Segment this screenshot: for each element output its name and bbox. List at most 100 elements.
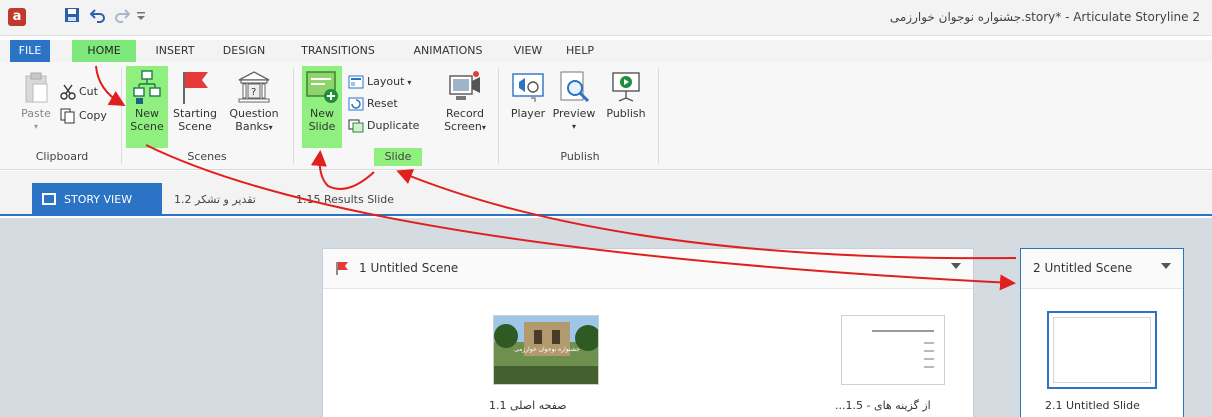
starting-scene-label-1: Starting: [173, 107, 217, 120]
new-scene-button[interactable]: New Scene: [126, 66, 168, 148]
preview-button[interactable]: Preview ▾: [550, 70, 598, 133]
new-slide-button[interactable]: New Slide: [302, 66, 342, 148]
question-banks-label-2: Banks: [235, 120, 269, 133]
new-slide-icon: [306, 71, 338, 103]
copy-icon: [60, 108, 75, 124]
window-title: جشنواره نوجوان خوارزمی.story* - Articula…: [889, 10, 1200, 24]
tab-help[interactable]: HELP: [560, 40, 600, 62]
duplicate-label: Duplicate: [367, 119, 420, 132]
tab-view[interactable]: VIEW: [508, 40, 548, 62]
ribbon-tabs: FILE HOME INSERT DESIGN TRANSITIONS ANIM…: [0, 40, 1212, 62]
tab-design[interactable]: DESIGN: [216, 40, 272, 62]
publish-label: Publish: [606, 107, 646, 120]
slide-caption: ...از گزینه های - 1.5: [835, 399, 931, 412]
slide-thumbnail[interactable]: [1047, 311, 1157, 389]
reset-icon: [348, 97, 364, 111]
scene-card-1[interactable]: 1 Untitled Scene جشنواره نوجوان خوارزمی …: [322, 248, 974, 417]
cut-button[interactable]: Cut: [60, 84, 98, 102]
layout-icon: [348, 75, 364, 89]
tab-story-view[interactable]: STORY VIEW: [32, 183, 162, 216]
slide-thumbnail[interactable]: جشنواره نوجوان خوارزمی: [493, 315, 599, 385]
paste-icon: [25, 72, 48, 103]
reset-button[interactable]: Reset: [348, 96, 398, 114]
scene-card-2[interactable]: 2 Untitled Scene 2.1 Untitled Slide: [1020, 248, 1184, 417]
tab-file[interactable]: FILE: [10, 40, 50, 62]
publish-button[interactable]: Publish: [600, 70, 652, 120]
tab-animations[interactable]: ANIMATIONS: [402, 40, 494, 62]
thumbnail-line: [924, 366, 934, 368]
paste-label: Paste: [21, 107, 51, 120]
thumbnail-line: [872, 330, 934, 332]
story-view-label: STORY VIEW: [64, 193, 133, 206]
player-label: Player: [510, 107, 546, 120]
blank-slide-preview: [1053, 317, 1151, 383]
scene-header[interactable]: 1 Untitled Scene: [323, 249, 973, 289]
preview-magnifier-icon: [560, 71, 590, 103]
storyline-app-icon[interactable]: a: [8, 8, 26, 26]
record-screen-label-1: Record: [445, 107, 484, 120]
record-screen-label-2: Screen: [444, 120, 482, 133]
scene-menu-caret-icon[interactable]: [951, 263, 961, 269]
redo-icon[interactable]: [114, 7, 131, 28]
duplicate-button[interactable]: Duplicate: [348, 118, 419, 136]
tab-slide-1-2[interactable]: تقدیر و تشکر 1.2: [174, 183, 256, 216]
slide-caption: 2.1 Untitled Slide: [1045, 399, 1140, 412]
new-scene-label-2: Scene: [130, 120, 164, 133]
copy-label: Copy: [79, 109, 107, 122]
player-icon: [512, 73, 544, 102]
layout-button[interactable]: Layout ▾: [348, 74, 411, 92]
tab-transitions[interactable]: TRANSITIONS: [288, 40, 388, 62]
save-icon[interactable]: [64, 7, 80, 28]
new-slide-label-2: Slide: [308, 120, 336, 133]
scene-title: 1 Untitled Scene: [359, 261, 459, 275]
flag-icon: [183, 72, 208, 104]
copy-button[interactable]: Copy: [60, 108, 107, 126]
publish-group-label: Publish: [560, 150, 600, 163]
thumbnail-line: [924, 342, 934, 344]
group-divider: [658, 68, 659, 164]
starting-scene-label-2: Scene: [178, 120, 212, 133]
group-divider: [498, 68, 499, 164]
scene-header[interactable]: 2 Untitled Scene: [1021, 249, 1183, 289]
publish-icon: [612, 72, 640, 102]
tab-insert[interactable]: INSERT: [148, 40, 202, 62]
tab-slide-1-15[interactable]: 1.15 Results Slide: [296, 183, 394, 216]
layout-label: Layout: [367, 75, 405, 88]
story-canvas[interactable]: 1 Untitled Scene جشنواره نوجوان خوارزمی …: [0, 218, 1212, 417]
slide-thumbnail-text: جشنواره نوجوان خوارزمی: [514, 346, 580, 353]
question-banks-label-1: Question: [229, 107, 279, 120]
scene-menu-caret-icon[interactable]: [1161, 263, 1171, 269]
starting-scene-button[interactable]: Starting Scene: [170, 70, 220, 133]
undo-icon[interactable]: [89, 7, 106, 28]
view-tab-bar: STORY VIEW تقدیر و تشکر 1.2 1.15 Results…: [0, 171, 1212, 216]
reset-label: Reset: [367, 97, 398, 110]
group-divider: [293, 68, 294, 164]
new-slide-label-1: New: [310, 107, 334, 120]
paste-button[interactable]: Paste ▾: [14, 72, 58, 133]
record-screen-icon: [449, 71, 480, 100]
title-bar: a جشنواره نوجوان خوارزمی.story* - Articu…: [0, 0, 1212, 36]
starting-scene-flag-icon: [336, 262, 348, 275]
cut-label: Cut: [79, 85, 98, 98]
group-divider: [121, 68, 122, 164]
tab-home[interactable]: HOME: [72, 40, 136, 62]
slide-group-label: Slide: [374, 148, 422, 166]
thumbnail-line: [924, 358, 934, 360]
question-bank-icon: ?: [238, 71, 270, 103]
slide-thumbnail[interactable]: [841, 315, 945, 385]
duplicate-icon: [348, 119, 364, 133]
scissors-icon: [60, 84, 76, 100]
player-button[interactable]: Player: [506, 70, 550, 120]
new-scene-icon: [133, 70, 161, 104]
story-view-icon: [42, 193, 56, 205]
scenes-group-label: Scenes: [187, 150, 227, 163]
new-scene-label-1: New: [135, 107, 159, 120]
question-banks-button[interactable]: ? Question Banks▾: [224, 70, 284, 134]
clipboard-group-label: Clipboard: [35, 150, 89, 163]
slide-caption: صفحه اصلی 1.1: [489, 399, 567, 412]
record-screen-button[interactable]: Record Screen▾: [438, 70, 492, 134]
customize-qat-icon[interactable]: [136, 7, 146, 28]
preview-label: Preview: [552, 107, 596, 120]
scene-title: 2 Untitled Scene: [1033, 261, 1133, 275]
thumbnail-line: [924, 350, 934, 352]
